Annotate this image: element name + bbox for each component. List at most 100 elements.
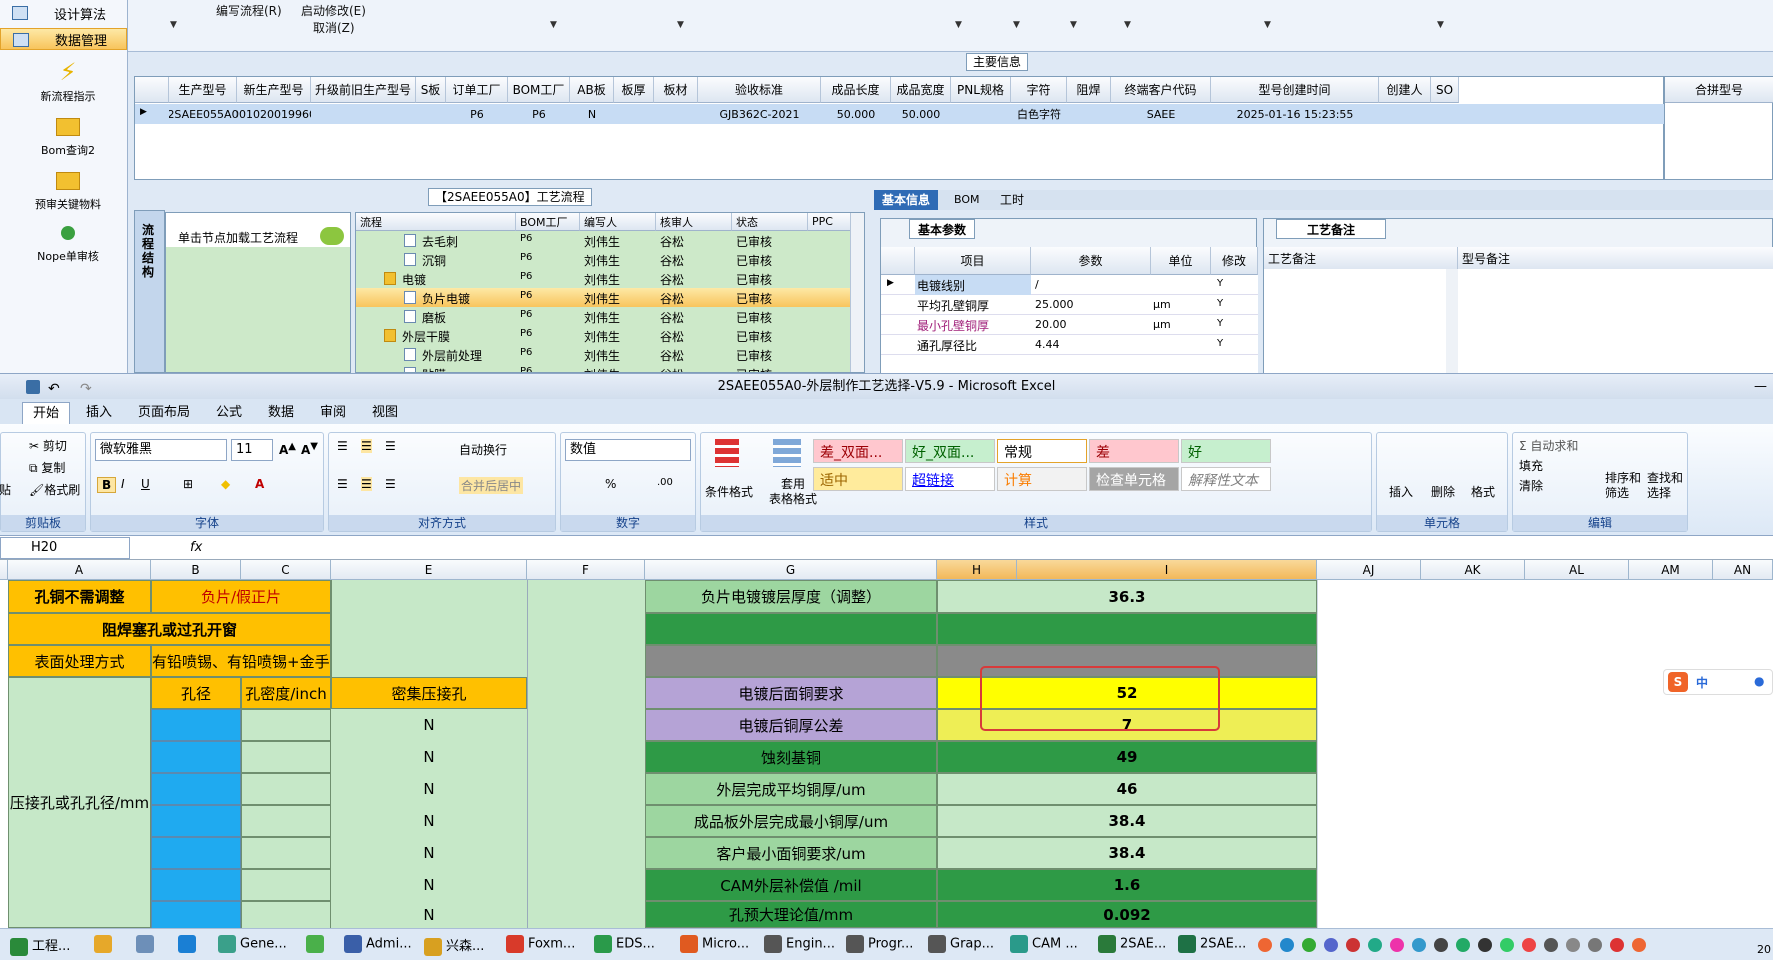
table-row[interactable]: 磨板 P6 刘伟生 谷松 已审核 — [356, 307, 852, 326]
col-header[interactable]: 板材 — [654, 77, 698, 103]
tray-icon[interactable] — [1390, 938, 1404, 952]
tray-icon[interactable] — [1412, 938, 1426, 952]
table-row[interactable]: 外层干膜 P6 刘伟生 谷松 已审核 — [356, 326, 852, 345]
bold-button[interactable]: B — [97, 477, 117, 493]
font-size-select[interactable]: 11 — [231, 439, 273, 461]
grid-cell[interactable] — [1067, 104, 1111, 124]
cell-c[interactable] — [241, 805, 331, 837]
taskbar-item[interactable]: Admi... — [344, 935, 412, 953]
grid-cell[interactable]: GJB362C-2021 — [698, 104, 821, 124]
table-row[interactable]: 通孔厚径比 4.44 Y — [881, 335, 1258, 355]
row-label[interactable] — [645, 645, 937, 677]
cell-b[interactable] — [151, 805, 241, 837]
border-button[interactable]: ⊞ — [183, 477, 193, 491]
grow-font-button[interactable]: A▲ — [279, 441, 296, 457]
col-header-unit[interactable]: 单位 — [1151, 247, 1211, 275]
sidebar-item-design-algorithm[interactable]: 设计算法 — [0, 2, 127, 24]
row-label[interactable]: 电镀后面铜要求 — [645, 677, 937, 709]
cell-b[interactable] — [151, 869, 241, 901]
col-header[interactable]: SO — [1431, 77, 1459, 103]
save-icon[interactable] — [26, 380, 40, 394]
col-header[interactable]: 生产型号 — [169, 77, 237, 103]
chevron-down-icon[interactable]: ▼ — [1264, 20, 1271, 30]
col-header[interactable]: S板 — [416, 77, 446, 103]
row-label[interactable]: 外层完成平均铜厚/um — [645, 773, 937, 805]
col-header[interactable]: AB板 — [570, 77, 614, 103]
param-item[interactable]: 最小孔壁铜厚 — [915, 315, 1031, 335]
tray-icon[interactable] — [1610, 938, 1624, 952]
merge-model-header[interactable]: 合拼型号 — [1665, 77, 1773, 103]
flow-scrollbar[interactable] — [850, 213, 864, 372]
style-cell[interactable]: 好 — [1181, 439, 1271, 463]
tab-data[interactable]: 数据 — [258, 402, 304, 424]
style-cell[interactable]: 检查单元格 — [1089, 467, 1179, 491]
grid-cell[interactable]: SAEE — [1111, 104, 1211, 124]
col-header[interactable]: 成品长度 — [821, 77, 891, 103]
param-item[interactable]: 电镀线别 — [915, 275, 1031, 295]
remarks-scrollbar[interactable] — [1446, 269, 1458, 373]
chevron-down-icon[interactable]: ▼ — [1437, 20, 1444, 30]
minimize-icon[interactable]: — — [1754, 374, 1767, 400]
style-cell[interactable]: 计算 — [997, 467, 1087, 491]
col-header[interactable]: 字符 — [1011, 77, 1067, 103]
col-header-model-remarks[interactable]: 型号备注 — [1458, 247, 1773, 269]
col-header[interactable]: 编写人 — [580, 213, 656, 231]
column-header[interactable]: AJ — [1317, 560, 1421, 580]
col-header-value[interactable]: 参数 — [1031, 247, 1151, 275]
tray-icon[interactable] — [1478, 938, 1492, 952]
italic-button[interactable]: I — [121, 477, 125, 491]
number-format-select[interactable]: 数值 — [565, 439, 691, 461]
grid-cell[interactable]: 10010200199602 — [237, 104, 311, 124]
align-middle-icon[interactable]: ☰ — [361, 439, 372, 453]
taskbar-item[interactable]: CAM ... — [1010, 935, 1078, 953]
start-modify-button[interactable]: 启动修改(E) — [301, 2, 366, 19]
grid-cell[interactable]: P6 — [446, 104, 508, 124]
column-header[interactable]: AL — [1525, 560, 1629, 580]
table-row[interactable]: 平均孔壁铜厚 25.000 μm Y — [881, 295, 1258, 315]
param-value[interactable]: 4.44 — [1035, 338, 1060, 351]
col-header[interactable]: 升级前旧生产型号 — [311, 77, 416, 103]
fill-button[interactable]: 填充 — [1519, 457, 1543, 474]
column-header[interactable]: G — [645, 560, 937, 580]
clear-button[interactable]: 清除 — [1519, 477, 1543, 494]
column-header[interactable]: AK — [1421, 560, 1525, 580]
chevron-down-icon[interactable]: ▼ — [1013, 20, 1020, 30]
table-row[interactable]: 外层前处理 P6 刘伟生 谷松 已审核 — [356, 345, 852, 364]
grid-cell[interactable] — [1379, 104, 1431, 124]
taskbar-item[interactable] — [178, 935, 200, 953]
chevron-down-icon[interactable]: ▼ — [677, 20, 684, 30]
taskbar-item[interactable] — [94, 935, 116, 953]
tab-bom[interactable]: BOM — [946, 190, 988, 210]
col-header[interactable]: 验收标准 — [698, 77, 821, 103]
taskbar-item[interactable]: 2SAE... — [1098, 935, 1166, 953]
cell-c[interactable] — [241, 741, 331, 773]
chevron-down-icon[interactable]: ▼ — [955, 20, 962, 30]
cell-e[interactable]: N — [331, 901, 527, 928]
tab-page-layout[interactable]: 页面布局 — [128, 402, 200, 424]
column-header[interactable]: I — [1017, 560, 1317, 580]
grid-cell[interactable]: 50.000 — [891, 104, 951, 124]
chevron-down-icon[interactable]: ▼ — [550, 20, 557, 30]
align-center-icon[interactable]: ☰ — [361, 477, 372, 491]
column-f[interactable] — [527, 580, 645, 928]
column-header[interactable]: A — [8, 560, 151, 580]
grid-cell[interactable] — [416, 104, 446, 124]
tool-new-flow[interactable]: ⚡ 新流程指示 — [6, 58, 130, 104]
row-label[interactable]: 成品板外层完成最小铜厚/um — [645, 805, 937, 837]
cell-e[interactable]: N — [331, 773, 527, 805]
tray-icon[interactable] — [1566, 938, 1580, 952]
name-box[interactable]: H20 — [0, 537, 130, 559]
tray-icon[interactable] — [1302, 938, 1316, 952]
col-header[interactable]: 状态 — [732, 213, 808, 231]
tray-icon[interactable] — [1346, 938, 1360, 952]
style-cell[interactable]: 解释性文本 — [1181, 467, 1271, 491]
cell-c4[interactable]: 孔密度/inch — [241, 677, 331, 709]
col-header[interactable]: BOM工厂 — [516, 213, 580, 231]
format-as-table-button[interactable]: 套用 表格格式 — [769, 477, 817, 507]
table-row[interactable]: 负片电镀 P6 刘伟生 谷松 已审核 — [356, 288, 852, 307]
grid-cell[interactable]: 白色字符 — [1011, 104, 1067, 124]
taskbar-item[interactable]: 2SAE... — [1178, 935, 1246, 953]
conditional-format-button[interactable]: 条件格式 — [705, 483, 753, 500]
col-header[interactable]: 成品宽度 — [891, 77, 951, 103]
tray-icon[interactable] — [1324, 938, 1338, 952]
